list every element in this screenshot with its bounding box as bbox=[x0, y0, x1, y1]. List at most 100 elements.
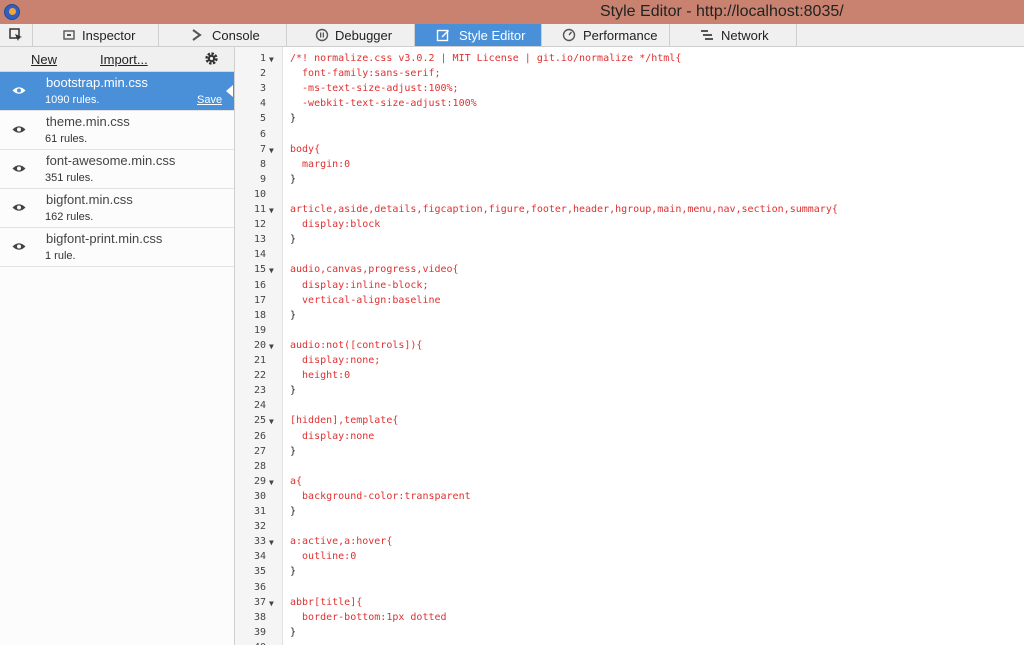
code-text: a:active,a:hover{ bbox=[290, 536, 393, 548]
fold-toggle-icon[interactable]: ▼ bbox=[269, 417, 274, 426]
line-number: 11 bbox=[253, 204, 266, 215]
fold-toggle-icon[interactable]: ▼ bbox=[269, 342, 274, 351]
code-line[interactable]: 34 outline:0 bbox=[235, 550, 1024, 565]
code-line[interactable]: 24 bbox=[235, 399, 1024, 414]
code-line[interactable]: 30 background-color:transparent bbox=[235, 490, 1024, 505]
code-line[interactable]: 28 bbox=[235, 460, 1024, 475]
code-line[interactable]: 16 display:inline-block; bbox=[235, 279, 1024, 294]
code-line[interactable]: 10 bbox=[235, 188, 1024, 203]
code-line[interactable]: 4 -webkit-text-size-adjust:100% bbox=[235, 97, 1024, 112]
new-stylesheet-button[interactable]: New bbox=[31, 52, 57, 67]
tab-style-editor[interactable]: Style Editor bbox=[415, 24, 542, 46]
code-text: } bbox=[290, 445, 297, 457]
code-line[interactable]: 6 bbox=[235, 128, 1024, 143]
code-line[interactable]: 11 ▼ article,aside,details,figcaption,figu… bbox=[235, 203, 1024, 218]
fold-toggle-icon[interactable]: ▼ bbox=[269, 146, 274, 155]
save-link[interactable]: Save bbox=[197, 94, 222, 106]
code-line[interactable]: 39} bbox=[235, 626, 1024, 641]
tab-network[interactable]: Network bbox=[670, 24, 797, 46]
code-line[interactable]: 29 ▼ a{ bbox=[235, 475, 1024, 490]
code-line[interactable]: 38 border-bottom:1px dotted bbox=[235, 611, 1024, 626]
gear-icon[interactable] bbox=[203, 50, 220, 67]
fold-toggle-icon[interactable]: ▼ bbox=[269, 478, 274, 487]
window-title: Style Editor - http://localhost:8035/ bbox=[600, 3, 844, 20]
code-text: abbr[title]{ bbox=[290, 596, 363, 608]
code-text: } bbox=[290, 506, 297, 517]
stylesheet-rule-count: 61 rules. bbox=[45, 133, 88, 145]
inspector-icon bbox=[63, 30, 75, 40]
code-line[interactable]: 17 vertical-align:baseline bbox=[235, 294, 1024, 309]
line-number: 26 bbox=[253, 430, 266, 442]
stylesheet-item[interactable]: bigfont.min.css 162 rules. bbox=[0, 189, 234, 228]
code-line[interactable]: 14 bbox=[235, 248, 1024, 263]
fold-toggle-icon[interactable]: ▼ bbox=[269, 538, 274, 547]
code-text: audio,canvas,progress,video{ bbox=[290, 264, 459, 276]
tab-console[interactable]: Console bbox=[159, 24, 287, 46]
firefox-icon bbox=[4, 4, 20, 20]
code-line[interactable]: 5} bbox=[235, 112, 1024, 127]
code-line[interactable]: 36 bbox=[235, 581, 1024, 596]
stylesheet-item[interactable]: font-awesome.min.css 351 rules. bbox=[0, 150, 234, 189]
fold-toggle-icon[interactable]: ▼ bbox=[269, 599, 274, 608]
code-line[interactable]: 22 height:0 bbox=[235, 369, 1024, 384]
code-editor[interactable]: 1 ▼/*! normalize.css v3.0.2 | MIT License… bbox=[235, 47, 1024, 645]
fold-toggle-icon[interactable]: ▼ bbox=[269, 55, 274, 64]
code-line[interactable]: 20 ▼ audio:not([controls]){ bbox=[235, 339, 1024, 354]
tab-performance[interactable]: Performance bbox=[542, 24, 670, 46]
line-number: 6 bbox=[259, 128, 266, 140]
code-line[interactable]: 40 bbox=[235, 641, 1024, 645]
code-line[interactable]: 8 margin:0 bbox=[235, 158, 1024, 173]
code-line[interactable]: 12 display:block bbox=[235, 218, 1024, 233]
code-line[interactable]: 26 display:none bbox=[235, 430, 1024, 445]
eye-icon[interactable] bbox=[12, 164, 26, 173]
performance-icon bbox=[562, 28, 576, 42]
line-number: 9 bbox=[259, 173, 266, 185]
line-number: 7 bbox=[259, 143, 266, 155]
line-number: 5 bbox=[259, 113, 266, 125]
tab-inspector[interactable]: Inspector bbox=[33, 24, 159, 46]
tab-label: Inspector bbox=[82, 28, 136, 43]
code-text: border-bottom:1px dotted bbox=[290, 611, 447, 623]
code-text: } bbox=[290, 234, 297, 246]
fold-toggle-icon[interactable]: ▼ bbox=[269, 206, 274, 215]
code-line[interactable]: 7 ▼ body{ bbox=[235, 143, 1024, 158]
stylesheet-item[interactable]: bigfont-print.min.css 1 rule. bbox=[0, 228, 234, 267]
debugger-icon bbox=[315, 28, 329, 42]
code-line[interactable]: 13} bbox=[235, 233, 1024, 248]
code-text: display:block bbox=[290, 219, 381, 231]
code-text: outline:0 bbox=[290, 551, 357, 563]
element-picker-button[interactable] bbox=[0, 24, 33, 46]
stylesheet-rule-count: 351 rules. bbox=[45, 172, 94, 184]
code-line[interactable]: 9} bbox=[235, 173, 1024, 188]
line-number: 3 bbox=[259, 83, 266, 95]
code-line[interactable]: 37 ▼ abbr[title]{ bbox=[235, 596, 1024, 611]
code-line[interactable]: 3 -ms-text-size-adjust:100%; bbox=[235, 82, 1024, 97]
code-line[interactable]: 21 display:none; bbox=[235, 354, 1024, 369]
element-picker-icon bbox=[9, 28, 22, 41]
eye-icon[interactable] bbox=[12, 125, 26, 134]
style-editor-icon bbox=[436, 29, 449, 42]
code-line[interactable]: 15 ▼ audio,canvas,progress,video{ bbox=[235, 263, 1024, 278]
window-titlebar: Style Editor - http://localhost:8035/ bbox=[0, 0, 1024, 24]
eye-icon[interactable] bbox=[12, 86, 26, 95]
stylesheet-item[interactable]: bootstrap.min.css 1090 rules. Save bbox=[0, 72, 234, 111]
stylesheet-item[interactable]: theme.min.css 61 rules. bbox=[0, 111, 234, 150]
code-line[interactable]: 2 font-family:sans-serif; bbox=[235, 67, 1024, 82]
code-line[interactable]: 31} bbox=[235, 505, 1024, 520]
code-line[interactable]: 23} bbox=[235, 384, 1024, 399]
code-line[interactable]: 19 bbox=[235, 324, 1024, 339]
code-line[interactable]: 18} bbox=[235, 309, 1024, 324]
code-line[interactable]: 25 ▼ [hidden],template{ bbox=[235, 414, 1024, 429]
code-line[interactable]: 27} bbox=[235, 445, 1024, 460]
eye-icon[interactable] bbox=[12, 203, 26, 212]
code-line[interactable]: 1 ▼ /*! normalize.css v3.0.2 | MIT License… bbox=[235, 52, 1024, 67]
code-line[interactable]: 33 ▼ a:active,a:hover{ bbox=[235, 535, 1024, 550]
code-text: /*! normalize.css v3.0.2 | MIT License |… bbox=[290, 53, 682, 64]
code-line[interactable]: 35} bbox=[235, 565, 1024, 580]
code-line[interactable]: 32 bbox=[235, 520, 1024, 535]
fold-toggle-icon[interactable]: ▼ bbox=[269, 266, 274, 275]
console-icon bbox=[192, 29, 202, 41]
tab-debugger[interactable]: Debugger bbox=[287, 24, 415, 46]
eye-icon[interactable] bbox=[12, 242, 26, 251]
import-stylesheet-button[interactable]: Import... bbox=[100, 52, 148, 67]
